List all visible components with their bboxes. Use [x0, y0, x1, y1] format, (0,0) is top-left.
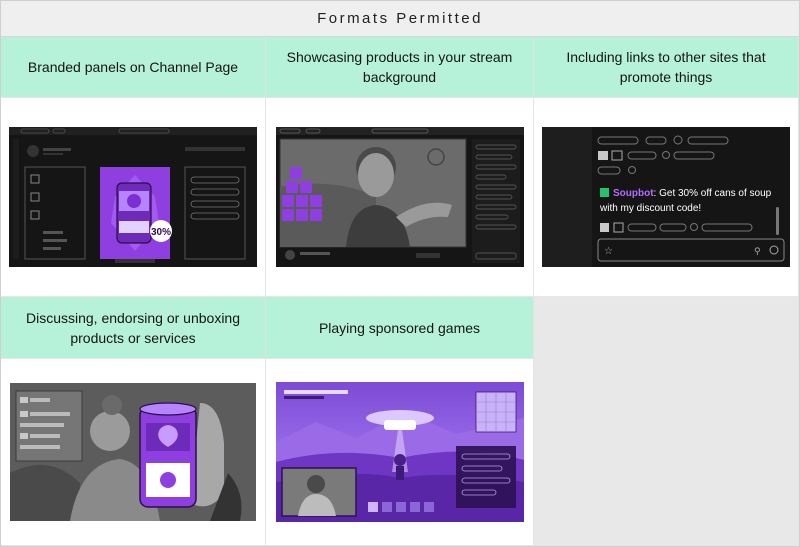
- cell-empty: [534, 359, 799, 546]
- header-unboxing: Discussing, endorsing or unboxing produc…: [1, 297, 266, 359]
- chat-username: Soupbot: [613, 188, 654, 199]
- sponsored-game-illustration: [275, 382, 524, 522]
- cell-stream-background: [266, 98, 534, 297]
- formats-grid: Branded panels on Channel Page Showcasin…: [1, 37, 799, 546]
- header-empty: [534, 297, 799, 359]
- header-links-other-sites: Including links to other sites that prom…: [534, 37, 799, 98]
- chat-message-line1: : Get 30% off cans of soup: [654, 188, 772, 199]
- cell-sponsored-games: [266, 359, 534, 546]
- svg-text:☆: ☆: [604, 246, 613, 257]
- chat-link-illustration: Soupbot: Get 30% off cans of soup with m…: [542, 127, 790, 267]
- formats-permitted-table: Formats Permitted Branded panels on Chan…: [0, 0, 800, 547]
- svg-text:Soupbot: Get 30% off cans of s: Soupbot: Get 30% off cans of soup: [613, 188, 772, 199]
- cell-links-other-sites: Soupbot: Get 30% off cans of soup with m…: [534, 98, 799, 297]
- header-sponsored-games: Playing sponsored games: [266, 297, 534, 359]
- header-stream-background: Showcasing products in your stream backg…: [266, 37, 534, 98]
- unboxing-illustration: [10, 383, 256, 521]
- discount-badge-label: 30%: [151, 227, 171, 238]
- stream-background-illustration: [275, 127, 524, 267]
- cell-branded-panels: 30%: [1, 98, 266, 297]
- cell-unboxing: [1, 359, 266, 546]
- table-title: Formats Permitted: [1, 1, 799, 37]
- branded-panels-illustration: 30%: [9, 127, 257, 267]
- svg-text:⚲: ⚲: [754, 247, 761, 257]
- header-branded-panels: Branded panels on Channel Page: [1, 37, 266, 98]
- chat-message-line2: with my discount code!: [599, 203, 701, 214]
